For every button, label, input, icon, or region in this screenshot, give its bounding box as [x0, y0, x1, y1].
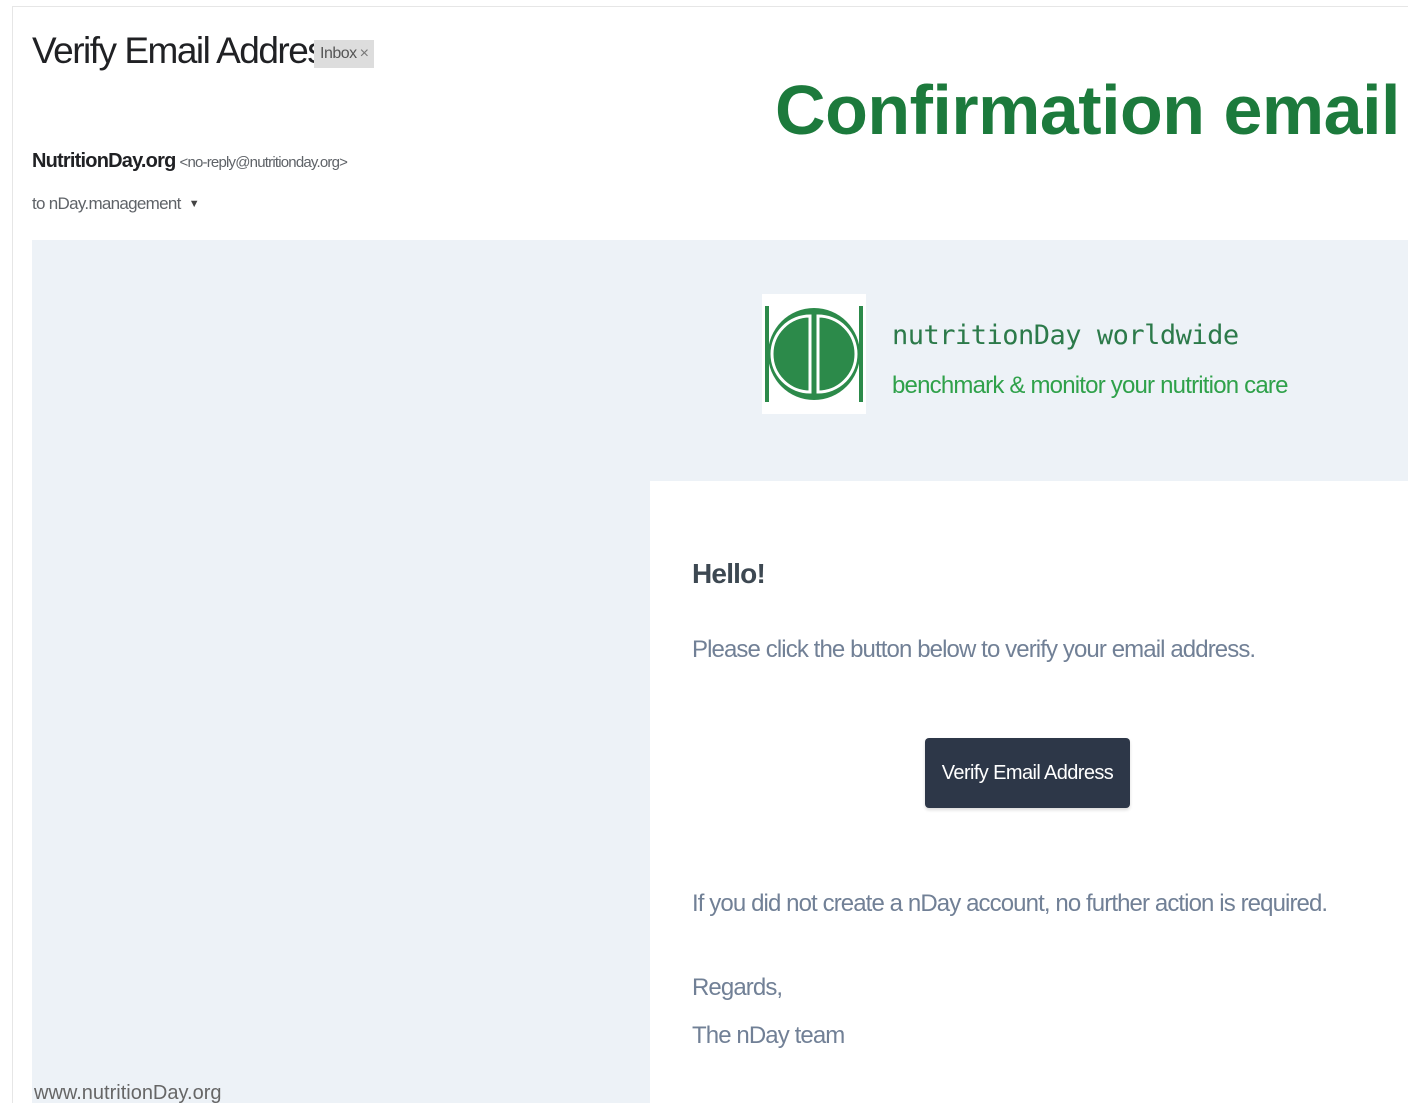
inbox-label-chip[interactable]: Inbox ×: [314, 40, 375, 68]
email-frame-top-border: [12, 6, 1408, 7]
sender-email: <no-reply@nutritionday.org>: [179, 154, 348, 171]
brand-tagline: benchmark & monitor your nutrition care: [892, 372, 1288, 399]
brand-name: nutritionDay worldwide: [892, 320, 1239, 351]
signature-text: The nDay team: [692, 1022, 845, 1049]
slide-page: Verify Email Address Inbox × Confirmation…: [0, 0, 1408, 1103]
verify-email-button[interactable]: Verify Email Address: [925, 738, 1130, 808]
recipient-line: to nDay.management ▼: [32, 194, 200, 214]
nutritionday-logo-icon: [762, 294, 866, 414]
greeting-heading: Hello!: [692, 558, 766, 589]
email-frame-left-border: [12, 6, 13, 1103]
closing-text: Regards,: [692, 974, 783, 1001]
intro-text: Please click the button below to verify …: [692, 636, 1256, 663]
no-action-note: If you did not create a nDay account, no…: [692, 890, 1328, 917]
sender-name[interactable]: NutritionDay.org: [32, 150, 176, 172]
sender-line: NutritionDay.org <no-reply@nutritionday.o…: [32, 150, 348, 173]
recipient-text: to nDay.management: [32, 194, 181, 213]
footer-url: www.nutritionDay.org: [34, 1082, 222, 1103]
recipient-details-chevron-down-icon[interactable]: ▼: [189, 198, 200, 210]
inbox-label-text: Inbox: [320, 45, 357, 62]
slide-title: Confirmation email: [775, 71, 1400, 149]
email-subject: Verify Email Address: [32, 30, 343, 71]
remove-label-icon[interactable]: ×: [360, 45, 369, 62]
